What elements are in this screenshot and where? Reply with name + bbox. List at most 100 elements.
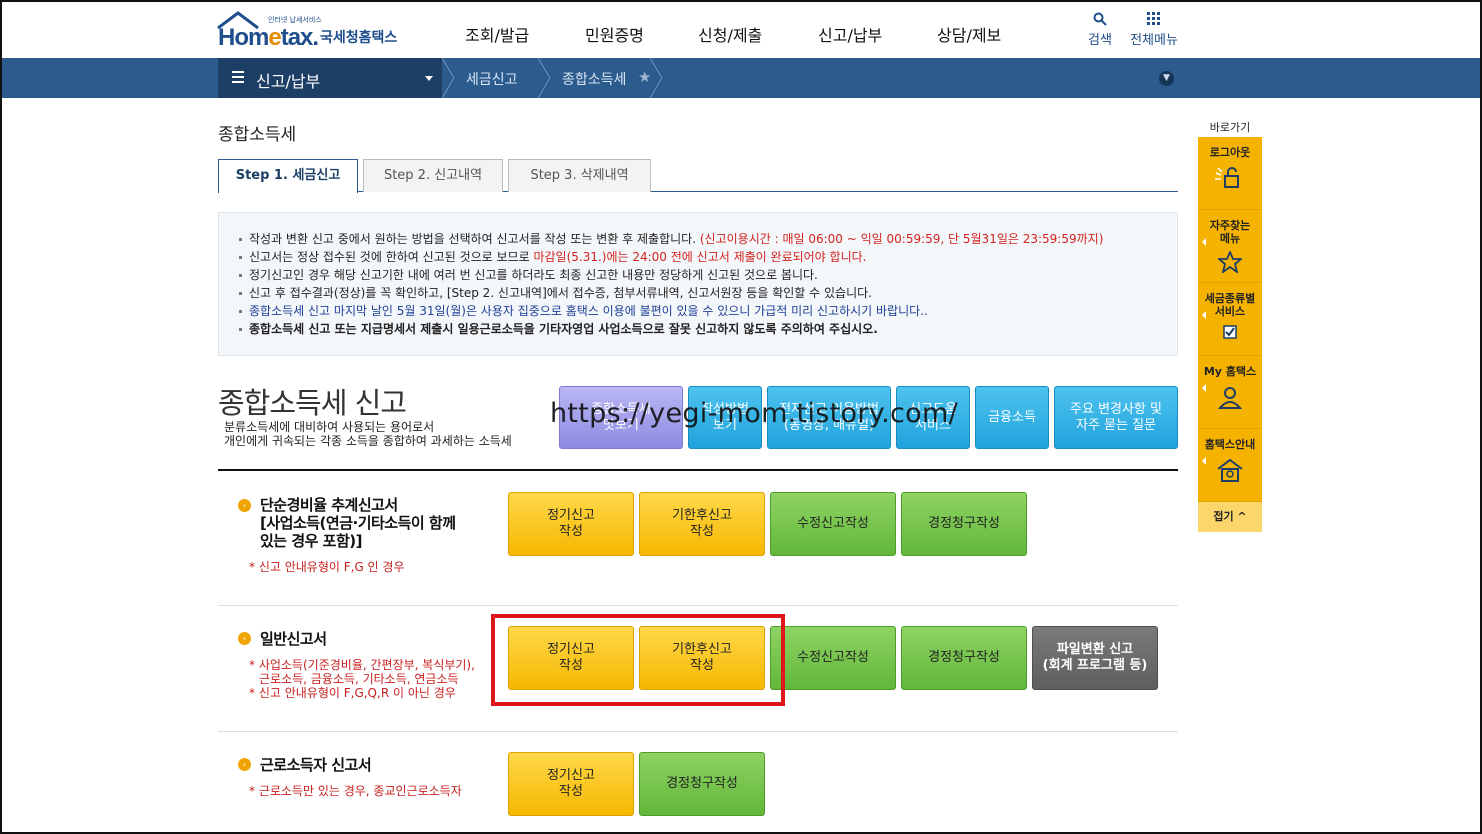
quick-hometax-guide[interactable]: 홈택스안내 bbox=[1198, 429, 1262, 502]
page-frame: 인터넷 납세서비스 Hometax. 국세청홈택스 조회/발급 민원증명 신청/… bbox=[0, 0, 1482, 834]
general-return-note: * 사업소득(기준경비율, 간편장부, 복식부기), 근로소득, 금융소득, 기… bbox=[249, 658, 475, 700]
notice-line-blue: 종합소득세 신고 마지막 날인 5월 31일(월)은 사용자 집중으로 홈택스 … bbox=[239, 302, 1177, 320]
general-return-title: 일반신고서 bbox=[260, 630, 327, 648]
notice-line: 신고 후 접수결과(정상)를 꼭 확인하고, [Step 2. 신고내역]에서 … bbox=[239, 284, 1177, 302]
checkbox-icon bbox=[1223, 325, 1237, 339]
quick-frequent-menu[interactable]: 자주찾는 메뉴 bbox=[1198, 210, 1262, 283]
section-desc-line: 개인에게 귀속되는 각종 소득을 종합하여 과세하는 소득세 bbox=[224, 434, 512, 448]
caret-down-icon[interactable] bbox=[425, 76, 433, 81]
logo-wordmark: Hometax. bbox=[218, 24, 319, 51]
step-tabs: Step 1. 세금신고 Step 2. 신고내역 Step 3. 삭제내역 bbox=[218, 159, 1178, 193]
breadcrumb-tax-filing[interactable]: 세금신고 bbox=[466, 69, 518, 89]
notice-text: 작성과 변환 신고 중에서 원하는 방법을 선택하여 신고서를 작성 또는 변환… bbox=[249, 232, 697, 246]
gnb-inquiry[interactable]: 조회/발급 bbox=[465, 22, 529, 46]
worker-correction-claim-button[interactable]: 경정청구작성 bbox=[639, 752, 765, 816]
simple-late-filing-button[interactable]: 기한후신고 작성 bbox=[639, 492, 765, 556]
hamburger-icon bbox=[232, 71, 244, 83]
arrow-left-icon bbox=[1202, 238, 1206, 246]
breadcrumb-income-tax[interactable]: 종합소득세 bbox=[562, 69, 626, 89]
logo-korean: 국세청홈택스 bbox=[320, 30, 398, 46]
faq-button[interactable]: 주요 변경사항 및 자주 묻는 질문 bbox=[1054, 386, 1178, 449]
bullet-arrow-icon: › bbox=[238, 499, 251, 512]
quick-logout[interactable]: 로그아웃 bbox=[1198, 137, 1262, 210]
row-divider bbox=[218, 731, 1178, 732]
notice-box: 작성과 변환 신고 중에서 원하는 방법을 선택하여 신고서를 작성 또는 변환… bbox=[218, 212, 1178, 356]
section-description: 분류소득세에 대비하여 사용되는 용어로서 개인에게 귀속되는 각종 소득을 종… bbox=[224, 420, 512, 448]
search-icon bbox=[1093, 12, 1107, 26]
highlight-box bbox=[491, 614, 785, 706]
section-rule bbox=[218, 469, 1178, 471]
grid-menu-icon bbox=[1147, 12, 1160, 25]
tab-step2[interactable]: Step 2. 신고내역 bbox=[363, 159, 503, 192]
tab-step3[interactable]: Step 3. 삭제내역 bbox=[508, 159, 651, 192]
current-menu-label[interactable]: 신고/납부 bbox=[256, 68, 320, 92]
simple-regular-filing-button[interactable]: 정기신고 작성 bbox=[508, 492, 634, 556]
quick-item-label: My 홈택스 bbox=[1203, 365, 1257, 378]
simple-correction-claim-button[interactable]: 경정청구작성 bbox=[901, 492, 1027, 556]
all-menu-button[interactable]: 전체메뉴 bbox=[1124, 12, 1184, 48]
section-title: 종합소득세 신고 bbox=[218, 386, 407, 420]
row-divider bbox=[218, 605, 1178, 606]
arrow-left-icon bbox=[1202, 384, 1206, 392]
unlock-icon bbox=[1215, 167, 1239, 188]
button-label: 작성 bbox=[559, 784, 583, 799]
general-correction-claim-button[interactable]: 경정청구작성 bbox=[901, 626, 1027, 690]
financial-income-button[interactable]: 금융소득 bbox=[975, 386, 1049, 449]
tab-step1[interactable]: Step 1. 세금신고 bbox=[218, 159, 358, 193]
note-line: 근로소득, 금융소득, 기타소득, 연금소득 bbox=[259, 672, 459, 686]
arrow-left-icon bbox=[1202, 311, 1206, 319]
quick-menu: 바로가기 로그아웃 자주찾는 메뉴 세금종류별 서비스 My 홈택스 홈택스안내 접… bbox=[1198, 118, 1262, 532]
simple-return-title: 단순경비율 추계신고서 [사업소득(연금·기타소득이 함께 있는 경우 포함)] bbox=[260, 496, 456, 550]
gnb-filing[interactable]: 신고/납부 bbox=[818, 22, 882, 46]
notice-line: 작성과 변환 신고 중에서 원하는 방법을 선택하여 신고서를 작성 또는 변환… bbox=[239, 230, 1177, 248]
search-button[interactable]: 검색 bbox=[1070, 12, 1130, 48]
gnb-consult[interactable]: 상담/제보 bbox=[937, 22, 1001, 46]
bullet-arrow-icon: › bbox=[238, 632, 251, 645]
notice-line-bold: 종합소득세 신고 또는 지급명세서 제출시 일용근로소득을 기타자영업 사업소득… bbox=[239, 320, 1177, 338]
quick-item-label: 로그아웃 bbox=[1209, 146, 1251, 159]
gnb-certificate[interactable]: 민원증명 bbox=[585, 22, 644, 46]
bullet-arrow-icon: › bbox=[238, 758, 251, 771]
all-menu-label: 전체메뉴 bbox=[1130, 33, 1178, 48]
quick-item-label: 홈택스안내 bbox=[1204, 438, 1256, 451]
row-title-line: 단순경비율 추계신고서 bbox=[260, 496, 398, 514]
notice-line: 신고서는 정상 접수된 것에 한하여 신고된 것으로 보므로 마감일(5.31.… bbox=[239, 248, 1177, 266]
button-label: 파일변환 신고 bbox=[1056, 642, 1134, 657]
top-header: 인터넷 납세서비스 Hometax. 국세청홈택스 조회/발급 민원증명 신청/… bbox=[2, 2, 1480, 58]
button-label: 작성 bbox=[559, 524, 583, 539]
current-menu-dropdown[interactable] bbox=[218, 58, 442, 98]
breadcrumb-separator-icon bbox=[442, 58, 455, 98]
note-line: * 신고 안내유형이 F,G,Q,R 이 아닌 경우 bbox=[249, 686, 456, 700]
watermark-text: https://yegi-mom.tistory.com/ bbox=[550, 398, 958, 429]
button-label: 정기신고 bbox=[547, 768, 595, 783]
page-title: 종합소득세 bbox=[218, 125, 297, 145]
button-label: 작성 bbox=[690, 524, 714, 539]
button-label: (회계 프로그램 등) bbox=[1042, 658, 1148, 673]
house-guide-icon bbox=[1217, 458, 1243, 482]
notice-line: 정기신고인 경우 해당 신고기한 내에 여러 번 신고를 하더라도 최종 신고한… bbox=[239, 266, 1177, 284]
quick-my-hometax[interactable]: My 홈택스 bbox=[1198, 356, 1262, 429]
worker-return-title: 근로소득자 신고서 bbox=[260, 756, 372, 774]
breadcrumb-separator-icon bbox=[650, 58, 663, 98]
gnb-application[interactable]: 신청/제출 bbox=[698, 22, 762, 46]
simple-amended-filing-button[interactable]: 수정신고작성 bbox=[770, 492, 896, 556]
quick-menu-title: 바로가기 bbox=[1209, 121, 1251, 134]
button-label: 기한후신고 bbox=[672, 508, 732, 523]
quick-tax-type-service[interactable]: 세금종류별 서비스 bbox=[1198, 283, 1262, 356]
button-label: 정기신고 bbox=[547, 508, 595, 523]
search-label: 검색 bbox=[1088, 33, 1112, 48]
row-title-line: [사업소득(연금·기타소득이 함께 bbox=[260, 514, 456, 532]
section-desc-line: 분류소득세에 대비하여 사용되는 용어로서 bbox=[224, 420, 435, 434]
file-conversion-filing-button[interactable]: 파일변환 신고 (회계 프로그램 등) bbox=[1032, 626, 1158, 690]
notice-text-red: 마감일(5.31.)에는 24:00 전에 신고서 제출이 완료되어야 합니다. bbox=[533, 250, 867, 264]
general-amended-filing-button[interactable]: 수정신고작성 bbox=[770, 626, 896, 690]
worker-regular-filing-button[interactable]: 정기신고 작성 bbox=[508, 752, 634, 816]
button-label: 주요 변경사항 및 bbox=[1070, 401, 1162, 417]
star-icon bbox=[1218, 251, 1242, 273]
hometax-logo[interactable]: 인터넷 납세서비스 Hometax. 국세청홈택스 bbox=[216, 10, 401, 52]
chevron-down-icon[interactable]: ▼ bbox=[1159, 71, 1174, 86]
quick-item-label: 세금종류별 서비스 bbox=[1204, 292, 1256, 318]
note-line: * 사업소득(기준경비율, 간편장부, 복식부기), bbox=[249, 658, 475, 672]
arrow-left-icon bbox=[1202, 457, 1206, 465]
quick-menu-fold-button[interactable]: 접기 ^ bbox=[1198, 502, 1262, 532]
